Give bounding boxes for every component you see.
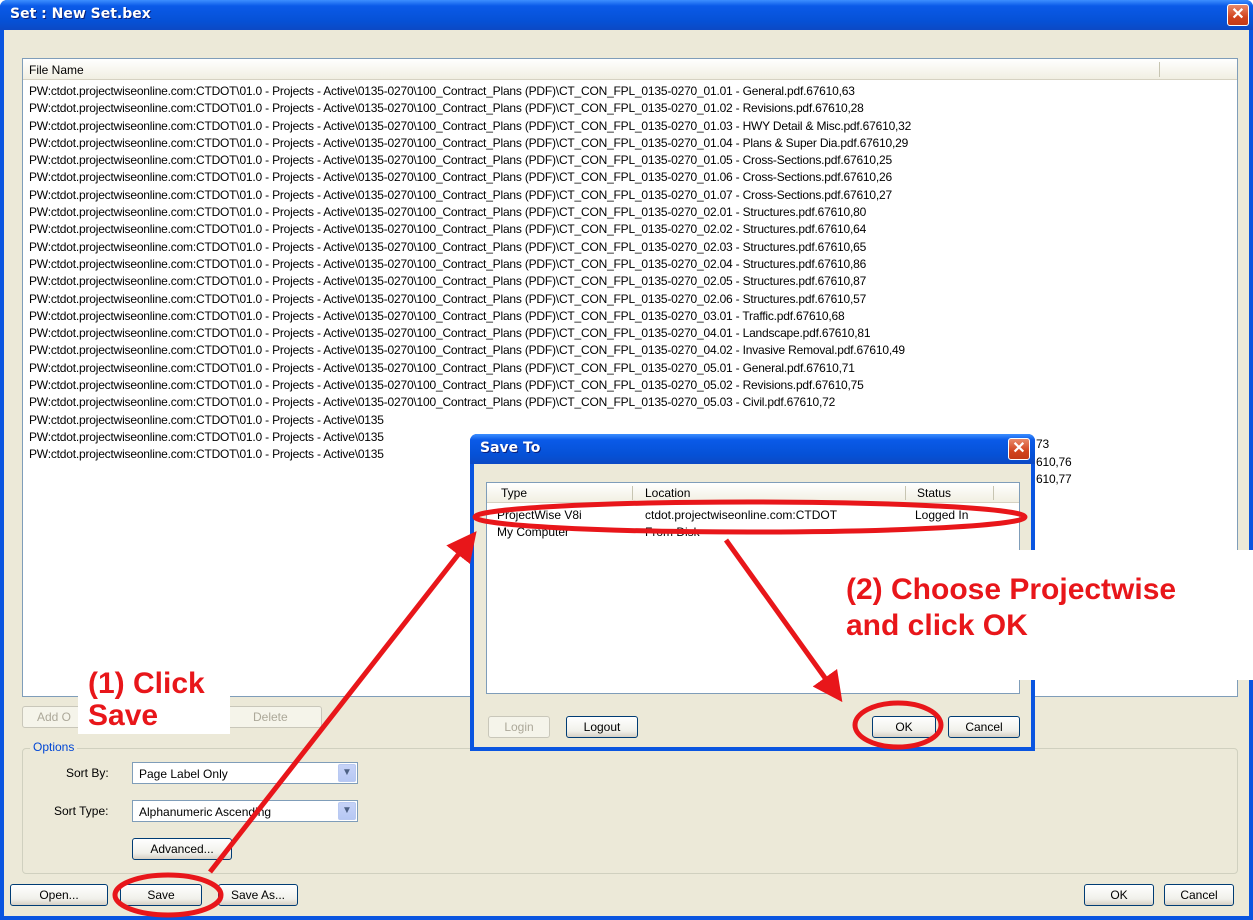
chevron-down-icon[interactable]: ▼ <box>338 764 356 782</box>
row-type: My Computer <box>497 525 570 539</box>
sort-type-select[interactable]: Alphanumeric Ascending ▼ <box>132 800 358 822</box>
save-button[interactable]: Save <box>120 884 202 906</box>
annotation-step-2-line-2: and click OK <box>846 609 1028 642</box>
list-item[interactable]: PW:ctdot.projectwiseonline.com:CTDOT\01.… <box>29 342 1229 359</box>
cancel-button[interactable]: Cancel <box>1164 884 1234 906</box>
list-item[interactable]: PW:ctdot.projectwiseonline.com:CTDOT\01.… <box>29 273 1229 290</box>
row-tail: 610,76 <box>1036 455 1072 469</box>
save-as-button[interactable]: Save As... <box>218 884 298 906</box>
sort-type-value: Alphanumeric Ascending <box>139 805 272 819</box>
close-icon[interactable]: ✕ <box>1008 438 1030 460</box>
sort-by-select[interactable]: Page Label Only ▼ <box>132 762 358 784</box>
row-location: ctdot.projectwiseonline.com:CTDOT <box>645 508 838 522</box>
list-item[interactable]: PW:ctdot.projectwiseonline.com:CTDOT\01.… <box>29 152 1229 169</box>
dialog-cancel-button[interactable]: Cancel <box>948 716 1020 738</box>
add-button-label[interactable]: Add O <box>37 707 71 727</box>
list-item[interactable]: PW:ctdot.projectwiseonline.com:CTDOT\01.… <box>29 325 1229 342</box>
open-button[interactable]: Open... <box>10 884 108 906</box>
sort-by-label: Sort By: <box>66 766 109 780</box>
chevron-down-icon[interactable]: ▼ <box>338 802 356 820</box>
dialog-title: Save To <box>480 440 541 456</box>
login-button[interactable]: Login <box>488 716 550 738</box>
column-separator[interactable] <box>993 486 994 500</box>
list-item[interactable]: PW:ctdot.projectwiseonline.com:CTDOT\01.… <box>29 256 1229 273</box>
list-item[interactable]: PW:ctdot.projectwiseonline.com:CTDOT\01.… <box>29 118 1229 135</box>
list-item[interactable]: PW:ctdot.projectwiseonline.com:CTDOT\01.… <box>29 83 1229 100</box>
close-icon[interactable]: ✕ <box>1227 4 1249 26</box>
list-item[interactable]: PW:ctdot.projectwiseonline.com:CTDOT\01.… <box>29 100 1229 117</box>
list-item[interactable]: PW:ctdot.projectwiseonline.com:CTDOT\01.… <box>29 412 1229 429</box>
column-separator[interactable] <box>905 486 906 500</box>
dialog-ok-button[interactable]: OK <box>872 716 936 738</box>
annotation-step-1: (1) Click Save <box>78 666 230 734</box>
destination-row-projectwise[interactable]: ProjectWise V8i ctdot.projectwiseonline.… <box>487 506 1019 524</box>
annotation-step-1-line-2: Save <box>88 699 159 732</box>
annotation-step-2: (2) Choose Projectwise and click OK <box>842 550 1253 680</box>
list-item[interactable]: PW:ctdot.projectwiseonline.com:CTDOT\01.… <box>29 360 1229 377</box>
row-status: Logged In <box>915 508 969 522</box>
row-location: From Disk <box>645 525 700 539</box>
list-item[interactable]: PW:ctdot.projectwiseonline.com:CTDOT\01.… <box>29 221 1229 238</box>
main-titlebar[interactable]: Set : New Set.bex ✕ <box>0 0 1253 30</box>
ok-button[interactable]: OK <box>1084 884 1154 906</box>
options-legend: Options <box>30 740 78 754</box>
column-status[interactable]: Status <box>917 486 951 500</box>
delete-button-label[interactable]: Delete <box>253 707 288 727</box>
list-item[interactable]: PW:ctdot.projectwiseonline.com:CTDOT\01.… <box>29 377 1229 394</box>
column-location[interactable]: Location <box>645 486 690 500</box>
row-type: ProjectWise V8i <box>497 508 582 522</box>
list-item[interactable]: PW:ctdot.projectwiseonline.com:CTDOT\01.… <box>29 394 1229 411</box>
column-file-name[interactable]: File Name <box>29 63 84 77</box>
list-item[interactable]: PW:ctdot.projectwiseonline.com:CTDOT\01.… <box>29 187 1229 204</box>
sort-by-value: Page Label Only <box>139 767 228 781</box>
column-type[interactable]: Type <box>501 486 527 500</box>
list-item[interactable]: PW:ctdot.projectwiseonline.com:CTDOT\01.… <box>29 308 1229 325</box>
destination-row-my-computer[interactable]: My Computer From Disk <box>487 523 1019 541</box>
destination-list-header[interactable]: Type Location Status <box>487 483 1019 503</box>
list-item[interactable]: PW:ctdot.projectwiseonline.com:CTDOT\01.… <box>29 169 1229 186</box>
window-title: Set : New Set.bex <box>10 6 151 22</box>
row-tail: 610,77 <box>1036 472 1072 486</box>
list-item[interactable]: PW:ctdot.projectwiseonline.com:CTDOT\01.… <box>29 239 1229 256</box>
annotation-step-1-line-1: (1) Click <box>88 667 205 700</box>
file-rows: PW:ctdot.projectwiseonline.com:CTDOT\01.… <box>29 83 1229 464</box>
list-item[interactable]: PW:ctdot.projectwiseonline.com:CTDOT\01.… <box>29 204 1229 221</box>
list-item[interactable]: PW:ctdot.projectwiseonline.com:CTDOT\01.… <box>29 135 1229 152</box>
row-tail: 73 <box>1036 437 1049 451</box>
file-list-header[interactable]: File Name <box>23 59 1237 80</box>
annotation-step-2-line-1: (2) Choose Projectwise <box>846 573 1177 606</box>
logout-button[interactable]: Logout <box>566 716 638 738</box>
advanced-button[interactable]: Advanced... <box>132 838 232 860</box>
column-separator[interactable] <box>1159 62 1160 77</box>
dialog-titlebar[interactable]: Save To ✕ <box>470 434 1035 464</box>
column-separator[interactable] <box>632 486 633 500</box>
list-item[interactable]: PW:ctdot.projectwiseonline.com:CTDOT\01.… <box>29 291 1229 308</box>
sort-type-label: Sort Type: <box>54 804 109 818</box>
